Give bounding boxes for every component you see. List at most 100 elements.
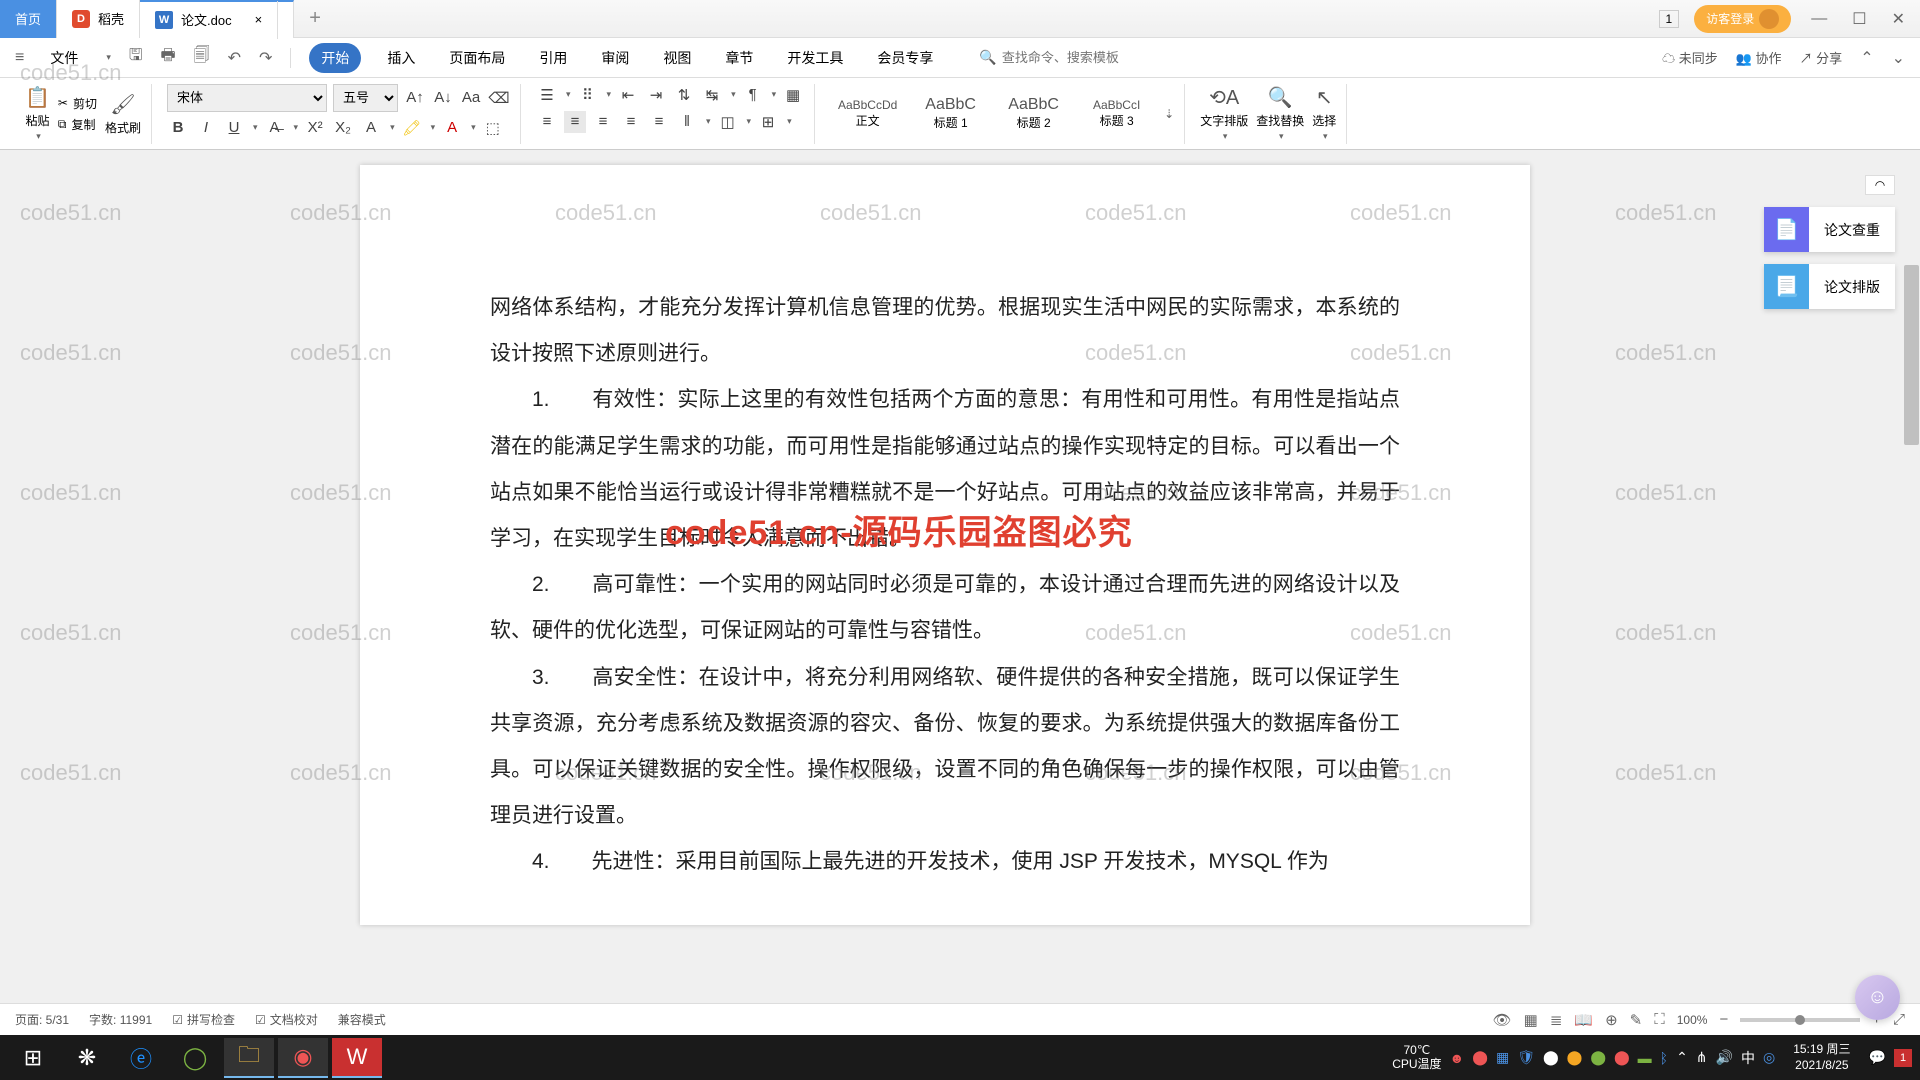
start-button[interactable]: ⊞ <box>8 1038 58 1078</box>
tray-icon[interactable]: ▬ <box>1638 1050 1652 1066</box>
zoom-level[interactable]: 100% <box>1677 1013 1708 1027</box>
zoom-slider[interactable] <box>1740 1018 1860 1022</box>
char-border-icon[interactable]: ⬚ <box>482 117 504 139</box>
eye-icon[interactable]: 👁 <box>1493 1011 1512 1029</box>
align-left-icon[interactable]: ≡ <box>536 111 558 133</box>
text-effects-icon[interactable]: A <box>360 117 382 139</box>
side-toggle-icon[interactable]: ◠ <box>1865 175 1895 195</box>
document-proof[interactable]: ☑ 文档校对 <box>255 1011 318 1028</box>
share-button[interactable]: ↗ 分享 <box>1800 48 1843 67</box>
line-spacing-icon[interactable]: ‖ <box>676 111 698 133</box>
change-case-icon[interactable]: Aa <box>460 87 482 109</box>
close-icon[interactable]: × <box>240 1 279 39</box>
tab-document[interactable]: W 论文.doc × <box>140 0 294 38</box>
document-page[interactable]: 网络体系结构，才能充分发挥计算机信息管理的优势。根据现实生活中网民的实际需求，本… <box>360 165 1530 925</box>
print-icon[interactable]: 🖶 <box>161 44 176 71</box>
zoom-handle[interactable] <box>1795 1015 1805 1025</box>
menu-view[interactable]: 视图 <box>655 43 699 73</box>
minimize-icon[interactable]: — <box>1806 10 1832 28</box>
print-preview-icon[interactable]: 🗐 <box>194 44 210 71</box>
tray-icon[interactable]: ☻ <box>1450 1050 1465 1066</box>
font-size-select[interactable]: 五号 <box>333 84 398 112</box>
menu-insert[interactable]: 插入 <box>379 43 423 73</box>
menu-page-layout[interactable]: 页面布局 <box>441 43 513 73</box>
tray-icon[interactable]: 🛡 <box>1517 1049 1535 1066</box>
expand-ribbon-icon[interactable]: ⌄ <box>1892 48 1905 68</box>
task-app-1[interactable]: ❋ <box>62 1038 112 1078</box>
collapse-ribbon-icon[interactable]: ⌃ <box>1860 48 1873 68</box>
align-center-icon[interactable]: ≡ <box>564 111 586 133</box>
shading-icon[interactable]: ◫ <box>717 111 739 133</box>
menu-vip[interactable]: 会员专享 <box>869 43 941 73</box>
sync-status[interactable]: ☁ 未同步 <box>1662 48 1718 67</box>
highlight-color-icon[interactable]: 🖍 <box>401 117 423 139</box>
tray-icon[interactable]: ⬤ <box>1590 1049 1606 1066</box>
tray-icon[interactable]: ⬤ <box>1614 1049 1630 1066</box>
paper-layout-button[interactable]: 📃 论文排版 <box>1764 264 1895 309</box>
subscript-button[interactable]: X₂ <box>332 117 354 139</box>
style-h2[interactable]: AaBbC标题 2 <box>996 86 1071 141</box>
format-brush-button[interactable]: 🖌 格式刷 <box>105 92 141 136</box>
clock[interactable]: 15:19 周三2021/8/25 <box>1793 1042 1850 1073</box>
vertical-scrollbar[interactable] <box>1903 150 1920 1035</box>
tray-expand-icon[interactable]: ⌃ <box>1676 1049 1688 1066</box>
tray-icon[interactable]: ⬤ <box>1543 1049 1559 1066</box>
fit-page-icon[interactable]: ⛶ <box>1654 1011 1665 1028</box>
tab-daoke[interactable]: D 稻壳 <box>57 0 140 38</box>
close-window-icon[interactable]: ✕ <box>1887 9 1910 29</box>
add-tab-button[interactable]: + <box>294 7 336 30</box>
ime-icon[interactable]: 中 <box>1741 1048 1755 1068</box>
volume-icon[interactable]: 🔊 <box>1716 1049 1733 1066</box>
tab-icon[interactable]: ↹ <box>701 84 723 106</box>
text-layout-button[interactable]: ⟲A文字排版▾ <box>1200 85 1248 142</box>
page-indicator[interactable]: 页面: 5/31 <box>15 1011 69 1028</box>
scroll-thumb[interactable] <box>1904 265 1919 445</box>
decrease-font-icon[interactable]: A↓ <box>432 87 454 109</box>
decrease-indent-icon[interactable]: ⇤ <box>617 84 639 106</box>
notification-badge[interactable]: 1 <box>1894 1049 1912 1067</box>
tray-icon[interactable]: ⬤ <box>1567 1049 1583 1066</box>
menu-reference[interactable]: 引用 <box>531 43 575 73</box>
web-view-icon[interactable]: ⊕ <box>1605 1011 1618 1029</box>
spell-check[interactable]: ☑ 拼写检查 <box>172 1011 235 1028</box>
assistant-bubble[interactable]: ☺ <box>1855 975 1900 1020</box>
page-view-icon[interactable]: ▦ <box>1524 1011 1538 1029</box>
bluetooth-icon[interactable]: ᛒ <box>1660 1050 1668 1066</box>
task-wps[interactable]: W <box>332 1038 382 1078</box>
fullscreen-icon[interactable]: ⤢ <box>1893 1011 1905 1028</box>
hamburger-icon[interactable]: ≡ <box>15 49 24 67</box>
tray-icon[interactable]: ⬤ <box>1472 1049 1488 1066</box>
italic-button[interactable]: I <box>195 117 217 139</box>
zoom-out-icon[interactable]: − <box>1719 1011 1728 1028</box>
superscript-button[interactable]: X² <box>304 117 326 139</box>
borders-icon[interactable]: ▦ <box>782 84 804 106</box>
window-count[interactable]: 1 <box>1659 10 1680 28</box>
select-button[interactable]: ↖选择▾ <box>1312 85 1336 142</box>
numbering-icon[interactable]: ⠿ <box>577 84 599 106</box>
cpu-temp[interactable]: 70℃CPU温度 <box>1392 1044 1441 1070</box>
find-replace-button[interactable]: 🔍查找替换▾ <box>1256 85 1304 142</box>
word-count[interactable]: 字数: 11991 <box>89 1011 152 1028</box>
menu-review[interactable]: 审阅 <box>593 43 637 73</box>
login-button[interactable]: 访客登录 <box>1694 5 1791 33</box>
distribute-icon[interactable]: ≡ <box>648 111 670 133</box>
tray-icon[interactable]: ▦ <box>1496 1049 1509 1066</box>
font-name-select[interactable]: 宋体 <box>167 84 327 112</box>
wifi-icon[interactable]: ⋔ <box>1696 1049 1708 1066</box>
outline-view-icon[interactable]: ≣ <box>1550 1011 1563 1029</box>
align-right-icon[interactable]: ≡ <box>592 111 614 133</box>
clear-format-icon[interactable]: ⌫ <box>488 87 510 109</box>
menu-chapter[interactable]: 章节 <box>717 43 761 73</box>
command-search[interactable]: 🔍 <box>979 49 1161 66</box>
bullets-icon[interactable]: ☰ <box>536 84 558 106</box>
increase-font-icon[interactable]: A↑ <box>404 87 426 109</box>
style-body[interactable]: AaBbCcDd正文 <box>830 86 905 141</box>
strikethrough-button[interactable]: A̶ <box>264 117 286 139</box>
font-color-icon[interactable]: A <box>441 117 463 139</box>
underline-button[interactable]: U <box>223 117 245 139</box>
bold-button[interactable]: B <box>167 117 189 139</box>
increase-indent-icon[interactable]: ⇥ <box>645 84 667 106</box>
task-browser[interactable]: ◯ <box>170 1038 220 1078</box>
action-center-icon[interactable]: 💬 <box>1869 1049 1886 1066</box>
undo-icon[interactable]: ↶ <box>228 48 241 68</box>
